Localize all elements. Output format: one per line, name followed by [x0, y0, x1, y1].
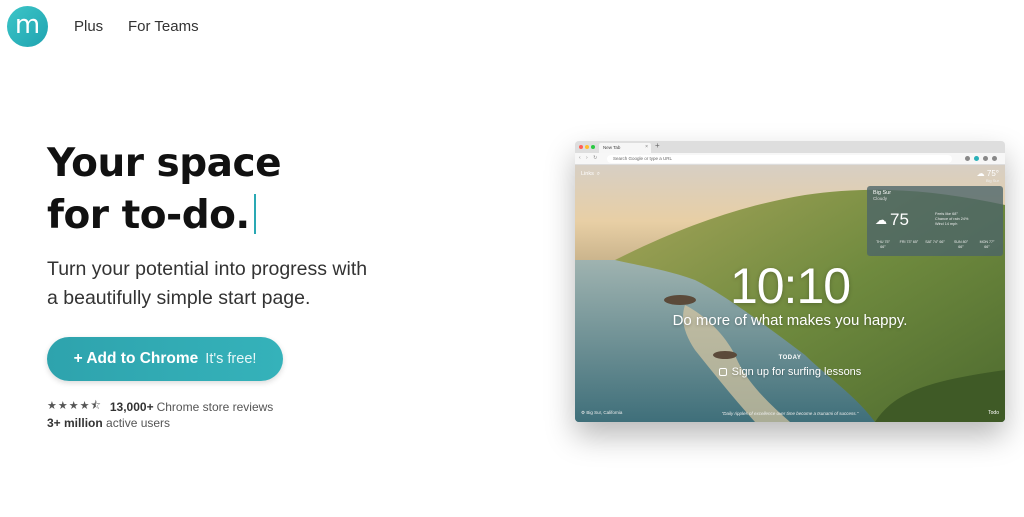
momentum-dashboard-preview: Links ⌕ ☁ 75° Big Sur Big Sur Cloudy ☁ 7… — [575, 165, 1005, 422]
reviews-count: 13,000+ — [109, 399, 154, 414]
weather-forecast: THU 75° 66° FRI 73° 65° SAT 74° 66° SUN … — [873, 240, 997, 250]
star-rating-icon: ★★★★⯪ — [47, 399, 102, 412]
weather-temperature: ☁ 75 — [875, 210, 909, 229]
cta-label: + Add to Chrome — [73, 350, 199, 367]
browser-nav-icons: ‹ › ↻ — [579, 155, 600, 161]
nav-link-plus[interactable]: Plus — [74, 18, 103, 35]
tab-title: New Tab — [603, 145, 621, 150]
add-to-chrome-button[interactable]: + Add to Chrome It's free! — [47, 337, 283, 381]
forecast-day: SAT 74° 66° — [925, 240, 945, 244]
browser-tab: New Tab × — [599, 143, 651, 153]
nav-link-for-teams[interactable]: For Teams — [128, 18, 199, 35]
cta-note: It's free! — [205, 351, 257, 367]
momentum-extension-icon — [974, 156, 979, 161]
cloud-icon: ☁ — [976, 169, 985, 178]
logo-letter: m — [14, 9, 41, 40]
forecast-day: SUN 80° 66° — [953, 240, 969, 249]
weather-condition: Cloudy — [873, 196, 888, 201]
text-cursor-caret — [253, 194, 256, 234]
browser-tab-bar: New Tab × + — [575, 141, 1005, 153]
todo-label: Todo — [988, 410, 999, 416]
forecast-day: FRI 73° 65° — [899, 240, 919, 244]
clock: 10:10 — [729, 258, 851, 314]
maximize-window-dot-icon — [591, 145, 595, 149]
momentum-logo[interactable]: m — [7, 6, 48, 47]
headline-line-1: Your space — [47, 141, 282, 186]
profile-icon — [992, 156, 997, 161]
address-bar: Search Google or type a URL — [607, 155, 952, 163]
browser-url-bar: ‹ › ↻ Search Google or type a URL — [575, 153, 1005, 165]
focus-task: Sign up for surfing lessons — [575, 366, 1005, 378]
close-window-dot-icon — [579, 145, 583, 149]
users-label: active users — [106, 416, 171, 430]
headline-line-2: for to-do. — [47, 190, 281, 242]
today-label: TODAY — [778, 355, 802, 361]
users-count: 3+ million — [47, 416, 103, 430]
reviews-label: Chrome store reviews — [156, 399, 274, 414]
links-menu: Links ⌕ — [581, 171, 600, 177]
cloud-icon: ☁ — [875, 213, 887, 227]
tab-close-icon: × — [645, 144, 648, 150]
subtitle-line-1: Turn your potential into progress with — [47, 258, 368, 280]
rating-summary: ★★★★⯪ 13,000+ Chrome store reviews — [47, 397, 273, 416]
star-icon — [965, 156, 970, 161]
hero-subtitle: Turn your potential into progress with a… — [47, 255, 407, 313]
extension-icons — [965, 156, 997, 161]
mini-weather: ☁ 75° Big Sur — [976, 169, 999, 183]
subtitle-line-2: a beautifully simple start page. — [47, 287, 311, 309]
headline-line-2-text: for to-do. — [47, 193, 250, 238]
user-count: 3+ million active users — [47, 416, 170, 430]
address-placeholder: Search Google or type a URL — [613, 156, 673, 161]
forecast-day: MON 77° 66° — [979, 240, 995, 249]
minimize-window-dot-icon — [585, 145, 589, 149]
new-tab-icon: + — [655, 141, 660, 150]
hero-headline: Your space for to-do. — [47, 138, 282, 242]
checkbox-icon — [718, 368, 727, 376]
extension-icon — [983, 156, 988, 161]
daily-quote: "Daily ripples of excellence over time b… — [721, 411, 859, 416]
forecast-day: THU 75° 66° — [876, 240, 890, 249]
weather-details: Feels like 68° Chance of rain 24% Wind 1… — [935, 212, 969, 227]
weather-panel: Big Sur Cloudy ☁ 75 Feels like 68° Chanc… — [867, 186, 1003, 256]
mantra: Do more of what makes you happy. — [672, 312, 908, 329]
browser-mockup: New Tab × + ‹ › ↻ Search Google or type … — [575, 141, 1005, 422]
